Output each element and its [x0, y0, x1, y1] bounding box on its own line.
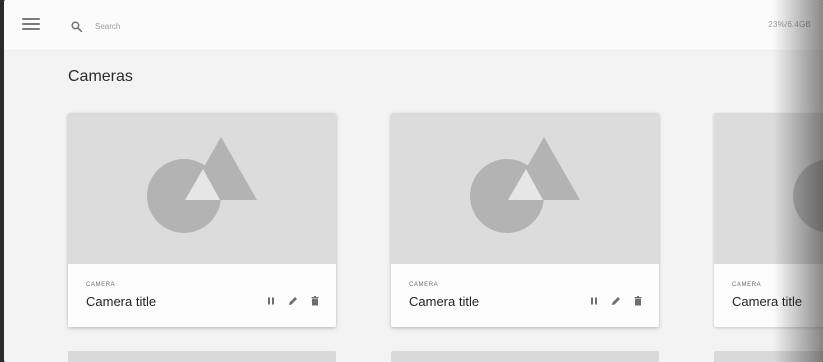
- image-placeholder-icon: [470, 137, 580, 233]
- delete-button[interactable]: [627, 292, 649, 310]
- hamburger-menu-icon[interactable]: [22, 18, 40, 32]
- pause-button[interactable]: [583, 292, 605, 310]
- card-title: Camera title: [86, 294, 157, 309]
- card-overline: CAMERA: [732, 282, 762, 288]
- pause-icon: [268, 297, 274, 305]
- camera-card[interactable]: CAMERA Camera title: [68, 113, 336, 327]
- delete-trash-icon: [311, 296, 319, 306]
- delete-button[interactable]: [304, 292, 326, 310]
- search-input[interactable]: [93, 20, 347, 32]
- storage-usage: 23%/6.4GB: [768, 20, 811, 29]
- image-placeholder-icon: [793, 159, 823, 233]
- page-title: Cameras: [68, 68, 133, 85]
- card-footer: CAMERA Camera title: [68, 264, 336, 327]
- edit-pencil-icon: [289, 297, 297, 305]
- camera-card-next-row[interactable]: [391, 351, 659, 362]
- edit-button[interactable]: [282, 292, 304, 310]
- camera-preview-placeholder: [714, 113, 823, 264]
- camera-card[interactable]: CAMERA Camera title: [391, 113, 659, 327]
- edit-button[interactable]: [605, 292, 627, 310]
- pause-icon: [591, 297, 597, 305]
- camera-preview-placeholder: [391, 113, 659, 264]
- image-placeholder-icon: [147, 137, 257, 233]
- card-actions: [260, 292, 326, 310]
- camera-card[interactable]: CAMERA Camera title: [714, 113, 823, 327]
- camera-preview-placeholder: [68, 113, 336, 264]
- card-title: Camera title: [409, 294, 480, 309]
- camera-card-next-row[interactable]: [68, 351, 336, 362]
- delete-trash-icon: [634, 296, 642, 306]
- pause-button[interactable]: [260, 292, 282, 310]
- camera-card-next-row[interactable]: [714, 351, 823, 362]
- edit-pencil-icon: [612, 297, 620, 305]
- card-footer: CAMERA Camera title: [391, 264, 659, 327]
- card-actions: [583, 292, 649, 310]
- search-bar[interactable]: [70, 15, 370, 37]
- app-window: 23%/6.4GB Cameras CAMERA Camera title: [4, 0, 823, 362]
- card-title: Camera title: [732, 294, 803, 309]
- card-footer: CAMERA Camera title: [714, 264, 823, 327]
- search-icon: [71, 20, 83, 32]
- card-overline: CAMERA: [409, 282, 439, 288]
- card-overline: CAMERA: [86, 282, 116, 288]
- top-app-bar: 23%/6.4GB: [4, 0, 823, 51]
